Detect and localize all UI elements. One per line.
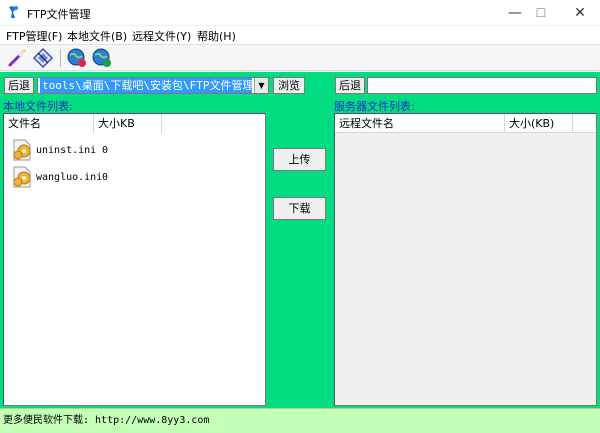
remote-file-list[interactable]: 远程文件名 大小(KB): [334, 113, 597, 406]
ini-file-icon: [13, 166, 31, 188]
title-bar: FTP文件管理 — ☐ ✕: [0, 0, 600, 26]
remote-list-label: 服务器文件列表:: [334, 100, 415, 113]
status-text: 更多便民软件下载: http://www.8yy3.com: [3, 415, 210, 426]
list-item[interactable]: uninst.ini 0: [8, 138, 208, 164]
file-name: wangluo.ini: [36, 172, 103, 183]
chevron-down-icon[interactable]: ▼: [254, 78, 268, 93]
local-path-value: tools\桌面\下载吧\安装包\FTP文件管理: [40, 78, 252, 93]
local-path-combobox[interactable]: tools\桌面\下载吧\安装包\FTP文件管理 ▼: [37, 77, 269, 94]
toolbar-separator: [60, 49, 61, 67]
file-size: 0: [102, 172, 109, 183]
status-bar: 更多便民软件下载: http://www.8yy3.com: [0, 408, 600, 433]
ini-file-icon: [13, 139, 31, 161]
local-col-filename[interactable]: 文件名: [4, 114, 94, 133]
menu-remote-files[interactable]: 远程文件(Y): [132, 28, 191, 44]
menu-local-files[interactable]: 本地文件(B): [67, 28, 127, 44]
search-globe-icon[interactable]: [66, 47, 88, 69]
local-back-button[interactable]: 后退: [4, 77, 34, 94]
remote-back-button[interactable]: 后退: [335, 77, 365, 94]
close-button[interactable]: ✕: [560, 2, 600, 24]
browse-button[interactable]: 浏览: [273, 77, 305, 94]
connect-wand-icon[interactable]: [6, 47, 28, 69]
file-name: uninst.ini: [36, 145, 97, 156]
refresh-globe-icon[interactable]: [91, 47, 113, 69]
upload-button[interactable]: 上传: [273, 148, 326, 171]
list-item[interactable]: wangluo.ini 0: [8, 165, 208, 191]
window-title: FTP文件管理: [27, 8, 91, 21]
remote-col-filename[interactable]: 远程文件名: [335, 114, 505, 133]
local-col-size[interactable]: 大小KB: [94, 114, 162, 133]
disconnect-diamond-icon[interactable]: [32, 47, 54, 69]
maximize-button[interactable]: ☐: [521, 2, 561, 24]
toolbar: [0, 45, 600, 71]
remote-col-size[interactable]: 大小(KB): [505, 114, 573, 133]
ftp-app-icon: [9, 6, 18, 18]
menu-ftp-manage[interactable]: FTP管理(F): [6, 28, 62, 44]
local-file-list[interactable]: 文件名 大小KB uninst.ini 0 wangluo.ini 0: [3, 113, 266, 406]
main-panel: 后退 tools\桌面\下载吧\安装包\FTP文件管理 ▼ 浏览 后退 本地文件…: [0, 72, 600, 408]
remote-list-header: 远程文件名 大小(KB): [335, 114, 596, 133]
local-list-label: 本地文件列表:: [3, 100, 73, 113]
file-size: 0: [102, 145, 109, 156]
download-button[interactable]: 下载: [273, 197, 326, 220]
menu-bar: FTP管理(F) 本地文件(B) 远程文件(Y) 帮助(H): [0, 26, 600, 45]
menu-help[interactable]: 帮助(H): [197, 28, 236, 44]
local-list-header: 文件名 大小KB: [4, 114, 265, 133]
remote-path-input[interactable]: [367, 77, 597, 94]
